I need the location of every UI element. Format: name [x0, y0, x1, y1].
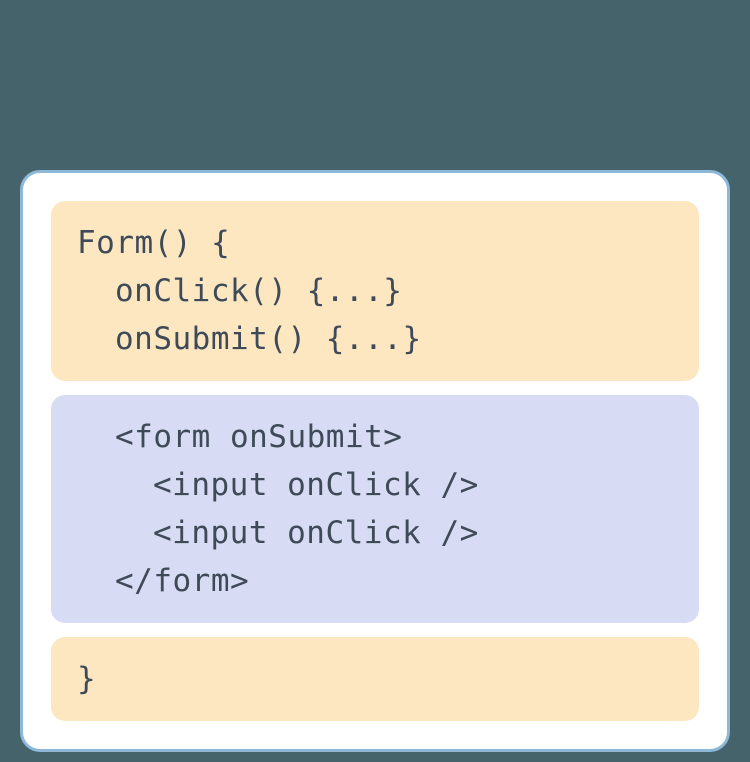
code-line-input-2: <input onClick /> [77, 509, 673, 557]
code-line-form-open: <form onSubmit> [77, 413, 673, 461]
form-function-footer-block: } [51, 637, 699, 721]
form-function-header-block: Form() { onClick() {...} onSubmit() {...… [51, 201, 699, 381]
code-line-onsubmit: onSubmit() {...} [77, 315, 673, 363]
code-line-input-1: <input onClick /> [77, 461, 673, 509]
code-line-form-decl: Form() { [77, 219, 673, 267]
jsx-markup-block: <form onSubmit> <input onClick /> <input… [51, 395, 699, 623]
code-line-close-brace: } [77, 655, 673, 703]
code-line-onclick: onClick() {...} [77, 267, 673, 315]
code-diagram-card: Form() { onClick() {...} onSubmit() {...… [20, 170, 730, 752]
code-line-form-close: </form> [77, 557, 673, 605]
